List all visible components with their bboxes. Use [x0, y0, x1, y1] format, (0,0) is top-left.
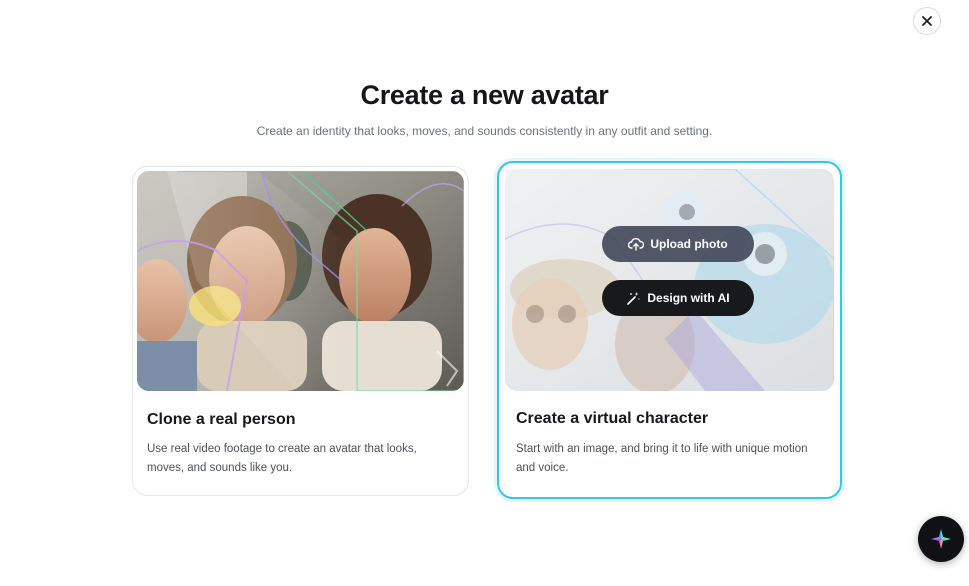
upload-photo-button[interactable]: Upload photo — [602, 226, 754, 262]
close-button[interactable] — [913, 7, 941, 35]
virtual-card-description: Start with an image, and bring it to lif… — [516, 443, 808, 474]
design-with-ai-button[interactable]: Design with AI — [602, 280, 754, 316]
clone-card-description: Use real video footage to create an avat… — [147, 443, 417, 474]
upload-photo-label: Upload photo — [650, 237, 728, 251]
assistant-sparkle-icon — [931, 529, 951, 549]
clone-real-person-card[interactable]: Clone a real person Use real video foota… — [132, 166, 469, 496]
modal-title: Create a new avatar — [360, 80, 609, 110]
clone-preview-illustration — [137, 171, 464, 391]
cloud-upload-icon — [628, 238, 645, 251]
avatar-create-modal: Create a new avatar Create an identity t… — [0, 0, 969, 586]
magic-wand-icon — [627, 291, 641, 305]
design-with-ai-label: Design with AI — [647, 291, 730, 305]
virtual-preview-image: Upload photo Design with AI — [505, 169, 834, 391]
clone-preview-image — [137, 171, 464, 391]
virtual-character-card[interactable]: Upload photo Design with AI Create a vir… — [497, 161, 842, 499]
virtual-card-title: Create a virtual character — [516, 410, 709, 427]
clone-card-title: Clone a real person — [147, 411, 296, 428]
assistant-fab-button[interactable] — [918, 516, 964, 562]
modal-subtitle: Create an identity that looks, moves, an… — [256, 124, 713, 138]
close-icon — [922, 16, 932, 26]
